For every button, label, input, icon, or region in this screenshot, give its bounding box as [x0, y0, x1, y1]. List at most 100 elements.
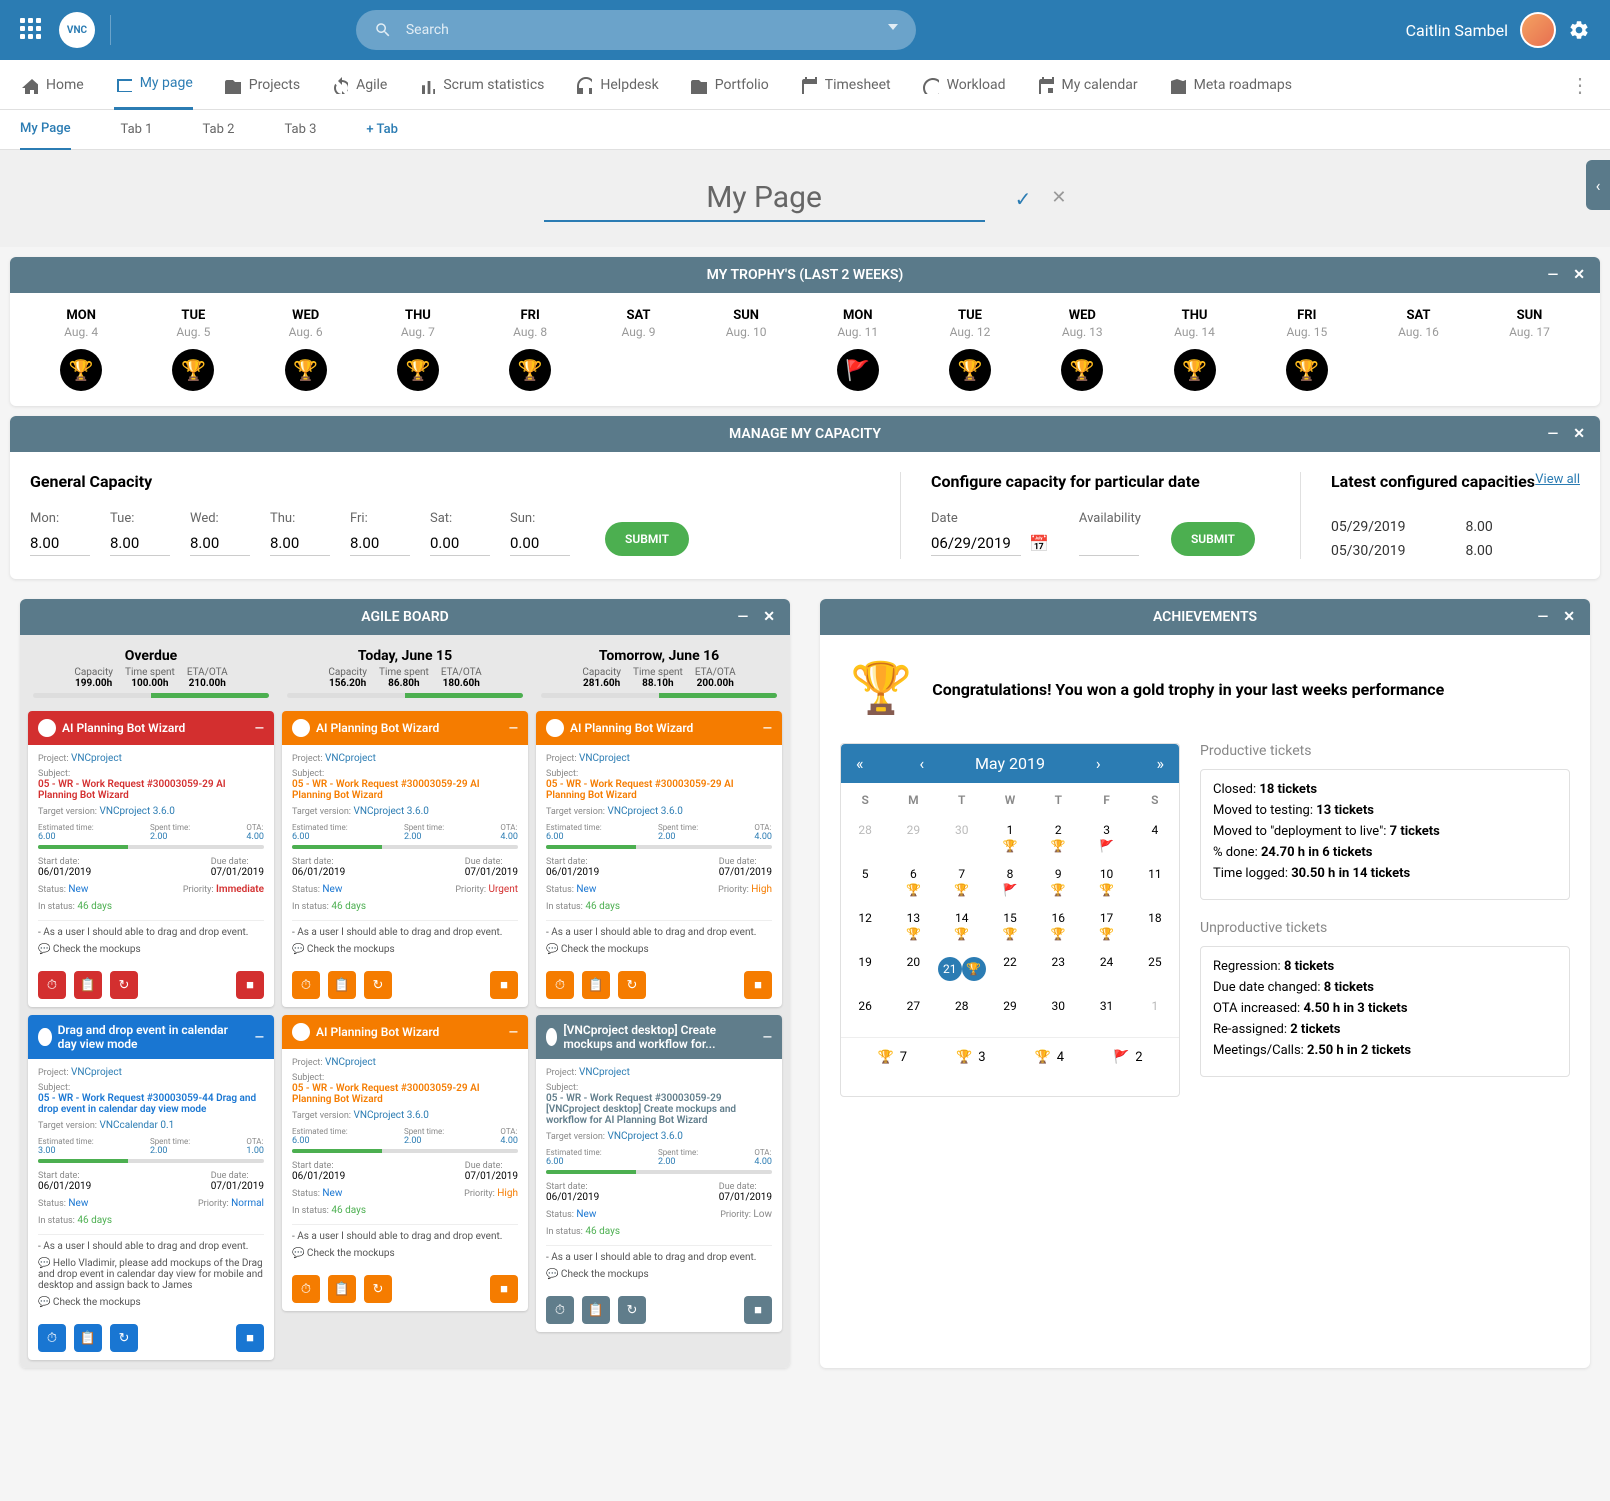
cal-day[interactable]: 28: [841, 817, 889, 861]
avatar[interactable]: [1520, 12, 1556, 48]
capacity-input[interactable]: [510, 531, 570, 556]
timer-icon[interactable]: ⏱: [38, 971, 66, 999]
cal-day[interactable]: 15🏆: [986, 905, 1034, 949]
tab-2[interactable]: Tab 2: [203, 122, 235, 137]
list-icon[interactable]: 📋: [582, 971, 610, 999]
agile-card[interactable]: AI Planning Bot Wizard— Project: VNCproj…: [28, 711, 274, 1007]
nav-mypage[interactable]: My page: [114, 60, 193, 110]
minimize-icon[interactable]: —: [1538, 609, 1549, 625]
list-icon[interactable]: 📋: [328, 971, 356, 999]
nav-home[interactable]: Home: [20, 60, 84, 110]
cal-day[interactable]: 18: [1131, 905, 1179, 949]
capacity-input[interactable]: [30, 531, 90, 556]
date-input[interactable]: [931, 531, 1021, 556]
minimize-icon[interactable]: —: [738, 609, 749, 625]
nav-scrum[interactable]: Scrum statistics: [417, 60, 544, 110]
refresh-icon[interactable]: ↻: [110, 971, 138, 999]
capacity-input[interactable]: [270, 531, 330, 556]
cal-prev-month-icon[interactable]: ‹: [914, 754, 929, 773]
bookmark-icon[interactable]: ■: [490, 1275, 518, 1303]
cal-day[interactable]: 12: [841, 905, 889, 949]
confirm-icon[interactable]: ✓: [1015, 187, 1032, 211]
timer-icon[interactable]: ⏱: [546, 1296, 574, 1324]
cal-day[interactable]: 13🏆: [889, 905, 937, 949]
refresh-icon[interactable]: ↻: [110, 1324, 138, 1352]
cal-day[interactable]: 29: [889, 817, 937, 861]
more-icon[interactable]: ⋮: [1570, 73, 1590, 97]
cal-day[interactable]: 29: [986, 993, 1034, 1037]
timer-icon[interactable]: ⏱: [292, 971, 320, 999]
cal-day[interactable]: 5: [841, 861, 889, 905]
cal-day[interactable]: 8🚩: [986, 861, 1034, 905]
cal-day[interactable]: 3🚩: [1082, 817, 1130, 861]
nav-workload[interactable]: Workload: [921, 60, 1006, 110]
cal-day[interactable]: 27: [889, 993, 937, 1037]
nav-timesheet[interactable]: Timesheet: [799, 60, 891, 110]
nav-calendar[interactable]: My calendar: [1036, 60, 1138, 110]
refresh-icon[interactable]: ↻: [364, 971, 392, 999]
cal-day[interactable]: 14🏆: [938, 905, 986, 949]
cancel-icon[interactable]: ✕: [1051, 187, 1066, 211]
cal-day[interactable]: 22: [986, 949, 1034, 993]
capacity-input[interactable]: [350, 531, 410, 556]
cal-day[interactable]: 7🏆: [938, 861, 986, 905]
submit-date-button[interactable]: SUBMIT: [1171, 522, 1255, 556]
cal-day[interactable]: 1🏆: [986, 817, 1034, 861]
capacity-input[interactable]: [190, 531, 250, 556]
view-all-link[interactable]: View all: [1535, 472, 1580, 487]
tab-1[interactable]: Tab 1: [121, 122, 153, 137]
agile-card[interactable]: AI Planning Bot Wizard— Project: VNCproj…: [282, 711, 528, 1007]
refresh-icon[interactable]: ↻: [364, 1275, 392, 1303]
cal-day[interactable]: 28: [938, 993, 986, 1037]
submit-general-button[interactable]: SUBMIT: [605, 522, 689, 556]
refresh-icon[interactable]: ↻: [618, 971, 646, 999]
agile-card[interactable]: AI Planning Bot Wizard— Project: VNCproj…: [536, 711, 782, 1007]
cal-day[interactable]: 1: [1131, 993, 1179, 1037]
cal-day[interactable]: 11: [1131, 861, 1179, 905]
capacity-input[interactable]: [430, 531, 490, 556]
bookmark-icon[interactable]: ■: [744, 971, 772, 999]
logo[interactable]: VNC: [59, 12, 95, 48]
cal-day[interactable]: 17🏆: [1082, 905, 1130, 949]
cal-day[interactable]: 2🏆: [1034, 817, 1082, 861]
list-icon[interactable]: 📋: [582, 1296, 610, 1324]
bookmark-icon[interactable]: ■: [490, 971, 518, 999]
gear-icon[interactable]: [1568, 19, 1590, 41]
bookmark-icon[interactable]: ■: [236, 971, 264, 999]
timer-icon[interactable]: ⏱: [292, 1275, 320, 1303]
cal-day[interactable]: 10🏆: [1082, 861, 1130, 905]
close-icon[interactable]: ✕: [763, 609, 775, 625]
cal-day[interactable]: 4: [1131, 817, 1179, 861]
username[interactable]: Caitlin Sambel: [1406, 21, 1508, 40]
close-icon[interactable]: ✕: [1573, 426, 1585, 442]
timer-icon[interactable]: ⏱: [38, 1324, 66, 1352]
cal-day[interactable]: 6🏆: [889, 861, 937, 905]
refresh-icon[interactable]: ↻: [618, 1296, 646, 1324]
agile-card[interactable]: Drag and drop event in calendar day view…: [28, 1015, 274, 1360]
nav-helpdesk[interactable]: Helpdesk: [574, 60, 658, 110]
bookmark-icon[interactable]: ■: [236, 1324, 264, 1352]
cal-next-month-icon[interactable]: ›: [1091, 754, 1106, 773]
close-icon[interactable]: ✕: [1573, 267, 1585, 283]
search-input[interactable]: [356, 10, 916, 50]
nav-meta[interactable]: Meta roadmaps: [1168, 60, 1292, 110]
tab-3[interactable]: Tab 3: [284, 122, 316, 137]
capacity-input[interactable]: [110, 531, 170, 556]
minimize-icon[interactable]: —: [1548, 267, 1559, 283]
cal-day[interactable]: 19: [841, 949, 889, 993]
bookmark-icon[interactable]: ■: [744, 1296, 772, 1324]
nav-agile[interactable]: Agile: [330, 60, 387, 110]
tab-mypage[interactable]: My Page: [20, 110, 71, 150]
cal-day[interactable]: 30: [1034, 993, 1082, 1037]
calendar-icon[interactable]: 📅: [1029, 534, 1049, 553]
cal-day[interactable]: 26: [841, 993, 889, 1037]
list-icon[interactable]: 📋: [328, 1275, 356, 1303]
cal-day[interactable]: 25: [1131, 949, 1179, 993]
list-icon[interactable]: 📋: [74, 1324, 102, 1352]
cal-day[interactable]: 24: [1082, 949, 1130, 993]
agile-card[interactable]: [VNCproject desktop] Create mockups and …: [536, 1015, 782, 1332]
nav-portfolio[interactable]: Portfolio: [689, 60, 769, 110]
nav-projects[interactable]: Projects: [223, 60, 300, 110]
cal-day[interactable]: 16🏆: [1034, 905, 1082, 949]
cal-day[interactable]: 31: [1082, 993, 1130, 1037]
